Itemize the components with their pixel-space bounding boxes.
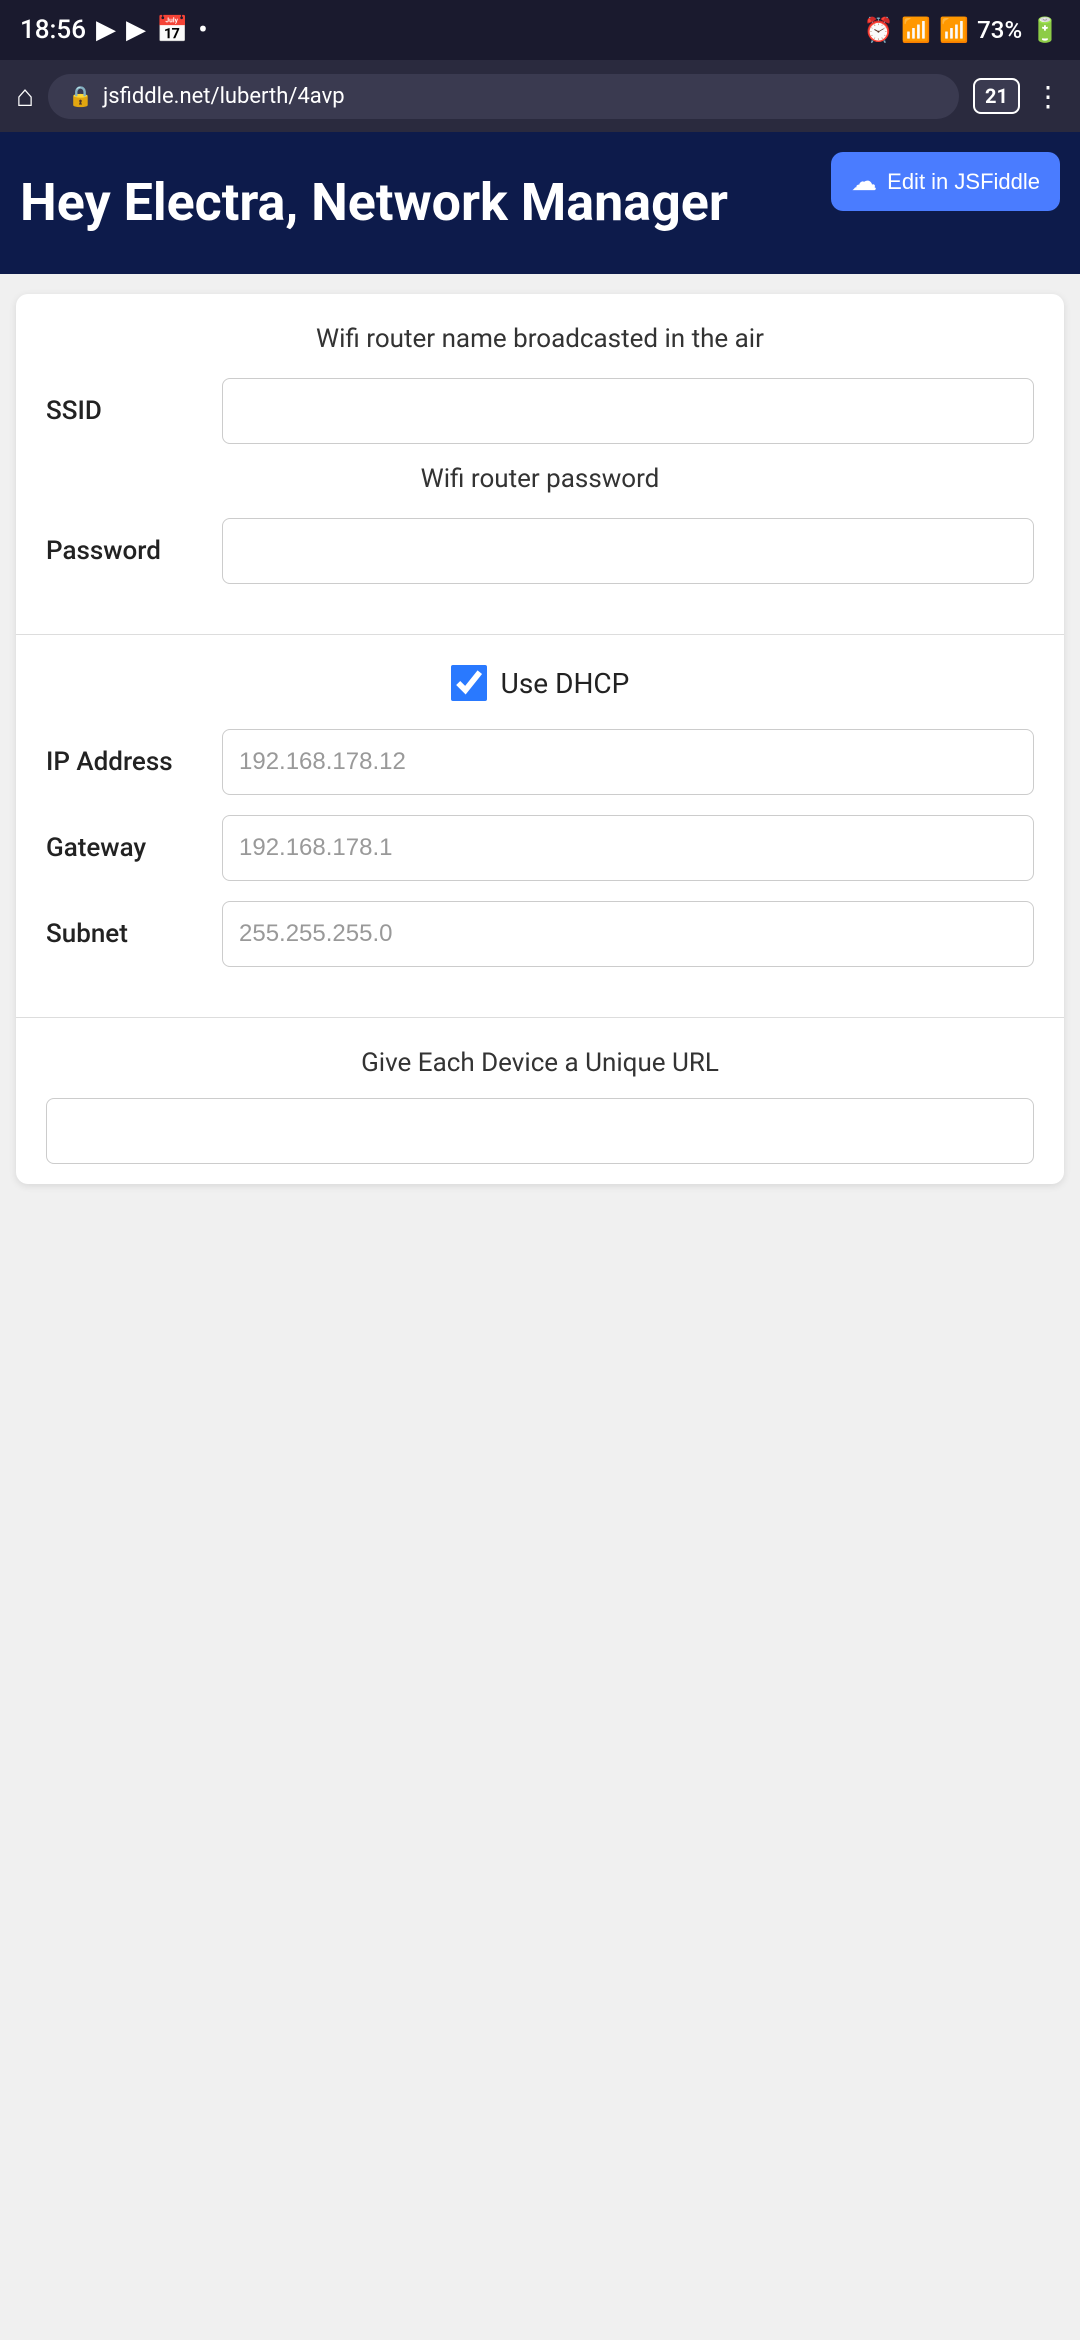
ssid-label: SSID [46,396,206,426]
browser-bar: ⌂ 🔒 jsfiddle.net/luberth/4avp 21 ⋮ [0,60,1080,132]
wifi-description: Wifi router name broadcasted in the air [46,324,1034,354]
url-input[interactable] [46,1098,1034,1164]
app-title: Hey Electra, Network Manager [20,172,728,234]
password-row: Password [46,518,1034,584]
app-header: ☁ Edit in JSFiddle Hey Electra, Network … [0,132,1080,274]
ip-address-label: IP Address [46,747,206,777]
alarm-icon: ⏰ [863,16,893,44]
time-display: 18:56 [20,15,86,45]
form-card: Wifi router name broadcasted in the air … [16,294,1064,1184]
edit-button-label: Edit in JSFiddle [887,169,1040,195]
status-bar: 18:56 ▶ ▶ 📅 • ⏰ 📶 📶 73% 🔋 [0,0,1080,60]
main-content: Wifi router name broadcasted in the air … [0,274,1080,1204]
tab-count[interactable]: 21 [973,78,1020,114]
ssid-row: SSID [46,378,1034,444]
wifi-section: Wifi router name broadcasted in the air … [16,294,1064,635]
dhcp-checkbox-row: Use DHCP [46,665,1034,701]
url-text: jsfiddle.net/luberth/4avp [103,84,345,109]
ip-address-input[interactable] [222,729,1034,795]
youtube2-icon: ▶ [126,15,146,45]
url-section-description: Give Each Device a Unique URL [46,1048,1034,1078]
dhcp-section: Use DHCP IP Address Gateway Subnet [16,635,1064,1018]
use-dhcp-label: Use DHCP [501,667,630,700]
edit-jsfiddle-button[interactable]: ☁ Edit in JSFiddle [831,152,1060,211]
gateway-input[interactable] [222,815,1034,881]
lock-icon: 🔒 [68,84,93,108]
status-right: ⏰ 📶 📶 73% 🔋 [863,16,1060,44]
status-left: 18:56 ▶ ▶ 📅 • [20,15,207,45]
youtube-icon: ▶ [96,15,116,45]
url-bar[interactable]: 🔒 jsfiddle.net/luberth/4avp [48,74,959,119]
password-label: Password [46,536,206,566]
subnet-label: Subnet [46,919,206,949]
battery-icon: 🔋 [1030,16,1060,44]
calendar-icon: 📅 [156,15,188,45]
url-section: Give Each Device a Unique URL [16,1018,1064,1184]
cloud-icon: ☁ [851,166,877,197]
home-icon[interactable]: ⌂ [16,79,34,114]
wifi-icon: 📶 [901,16,931,44]
gateway-label: Gateway [46,833,206,863]
battery-display: 73% [977,16,1022,44]
dot-indicator: • [198,15,207,45]
ssid-input[interactable] [222,378,1034,444]
signal-icon: 📶 [939,16,969,44]
subnet-row: Subnet [46,901,1034,967]
gateway-row: Gateway [46,815,1034,881]
password-input[interactable] [222,518,1034,584]
use-dhcp-checkbox[interactable] [451,665,487,701]
menu-icon[interactable]: ⋮ [1034,80,1064,113]
password-description: Wifi router password [46,464,1034,494]
subnet-input[interactable] [222,901,1034,967]
ip-address-row: IP Address [46,729,1034,795]
